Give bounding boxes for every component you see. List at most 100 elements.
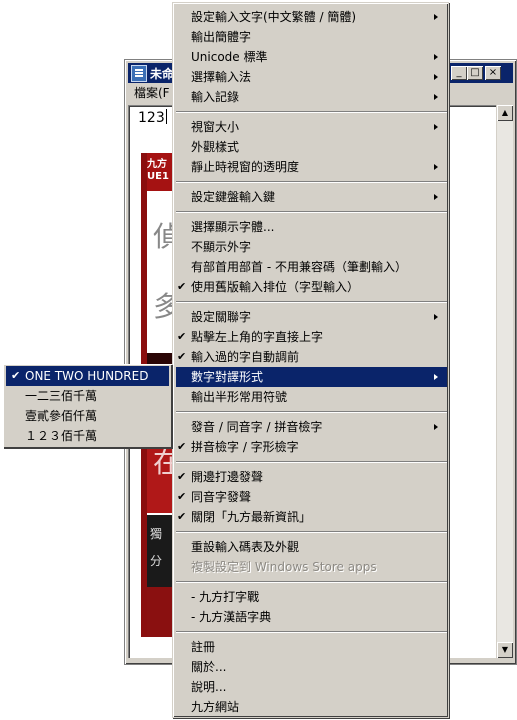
menu-item-hide-extra-chars[interactable]: 不顯示外字 <box>176 237 447 257</box>
context-menu: 設定輸入文字(中文繁體 / 簡體) 輸出簡體字 Unicode 標準 選擇輸入法… <box>172 2 449 718</box>
menu-item-legacy-layout[interactable]: ✔ 使用舊版輸入排位（字型輸入） <box>176 277 447 297</box>
menu-item-label: - 九方打字戰 <box>191 590 260 604</box>
menu-item-label: 點擊左上角的字直接上字 <box>191 330 324 344</box>
menu-item-copy-to-store-apps: 複製設定到 Windows Store apps <box>176 557 447 577</box>
submenu-item-chinese-upper[interactable]: 壹貳參佰仟萬 <box>6 406 169 426</box>
input-text: 123 <box>138 109 167 126</box>
menu-item-speak-while-typing[interactable]: ✔ 開邊打邊發聲 <box>176 467 447 487</box>
scroll-down-button[interactable]: ▼ <box>497 642 513 658</box>
submenu-item-chinese-lower[interactable]: 一二三佰千萬 <box>6 386 169 406</box>
menu-separator <box>176 211 447 213</box>
menu-item-about[interactable]: 關於... <box>176 657 447 677</box>
minimize-button[interactable]: _ <box>451 66 467 80</box>
menu-item-label: 靜止時視窗的透明度 <box>191 160 300 174</box>
submenu-arrow-icon <box>434 74 438 80</box>
vertical-scrollbar[interactable]: ▲ ▼ <box>497 105 513 658</box>
menu-item-click-corner-char[interactable]: ✔ 點擊左上角的字直接上字 <box>176 327 447 347</box>
check-icon: ✔ <box>177 510 187 523</box>
menu-item-register[interactable]: 註冊 <box>176 637 447 657</box>
menu-item-label: 同音字發聲 <box>191 490 252 504</box>
menu-item-website[interactable]: 九方網站 <box>176 697 447 717</box>
menu-item-help[interactable]: 說明... <box>176 677 447 697</box>
menu-item-label: 複製設定到 Windows Store apps <box>191 560 377 574</box>
menu-item-label: 選擇輸入法 <box>191 70 252 84</box>
menu-item-label: 輸入記錄 <box>191 90 240 104</box>
menu-item-label: 拼音檢字 / 字形檢字 <box>191 440 299 454</box>
menu-item-radical-mode[interactable]: 有部首用部首 - 不用兼容碼（筆劃輸入） <box>176 257 447 277</box>
menu-item-label: 關於... <box>191 660 227 674</box>
menu-item-associated-words[interactable]: 設定關聯字 <box>176 307 447 327</box>
menu-item-label: 設定關聯字 <box>191 310 252 324</box>
number-format-submenu: ✔ ONE TWO HUNDRED 一二三佰千萬 壹貳參佰仟萬 １２３佰千萬 <box>3 364 172 448</box>
menu-item-reset[interactable]: 重設輸入碼表及外觀 <box>176 537 447 557</box>
menu-item-pinyin-lookup[interactable]: ✔ 拼音檢字 / 字形檢字 <box>176 437 447 457</box>
menu-item-keyboard-keys[interactable]: 設定鍵盤輸入鍵 <box>176 187 447 207</box>
submenu-arrow-icon <box>434 314 438 320</box>
menu-item-select-font[interactable]: 選擇顯示字體... <box>176 217 447 237</box>
submenu-arrow-icon <box>434 124 438 130</box>
menu-separator <box>176 461 447 463</box>
menu-separator <box>176 581 447 583</box>
menu-item-label: - 九方漢語字典 <box>191 610 272 624</box>
menu-item-label: 說明... <box>191 680 227 694</box>
menu-item-label: 選擇顯示字體... <box>191 220 275 234</box>
menu-separator <box>176 531 447 533</box>
check-icon: ✔ <box>177 470 187 483</box>
maximize-button[interactable]: □ <box>467 66 483 80</box>
submenu-arrow-icon <box>434 164 438 170</box>
menu-item-unicode[interactable]: Unicode 標準 <box>176 47 447 67</box>
menu-item-label: 設定輸入文字(中文繁體 / 簡體) <box>191 10 357 24</box>
menu-item-label: 註冊 <box>191 640 216 654</box>
menu-item-window-size[interactable]: 視窗大小 <box>176 117 447 137</box>
menu-item-close-news[interactable]: ✔ 關閉「九方最新資訊」 <box>176 507 447 527</box>
menu-item-label: 開邊打邊發聲 <box>191 470 264 484</box>
menu-item-label: 有部首用部首 - 不用兼容碼（筆劃輸入） <box>191 260 407 274</box>
menu-item-label: 使用舊版輸入排位（字型輸入） <box>191 280 360 294</box>
menu-item-halfwidth-symbols[interactable]: 輸出半形常用符號 <box>176 387 447 407</box>
menu-item-label: 九方網站 <box>191 700 240 714</box>
menu-item-label: Unicode 標準 <box>191 50 268 64</box>
menu-file[interactable]: 檔案(F <box>134 86 170 100</box>
menu-item-label: 關閉「九方最新資訊」 <box>191 510 312 524</box>
window-title: 未命 <box>150 67 175 81</box>
menu-item-label: 發音 / 同音字 / 拼音檢字 <box>191 420 323 434</box>
menu-item-auto-reorder[interactable]: ✔ 輸入過的字自動調前 <box>176 347 447 367</box>
menu-item-input-history[interactable]: 輸入記錄 <box>176 87 447 107</box>
menu-item-select-ime[interactable]: 選擇輸入法 <box>176 67 447 87</box>
menu-item-label: 不顯示外字 <box>191 240 252 254</box>
scroll-up-button[interactable]: ▲ <box>497 105 513 121</box>
submenu-arrow-icon <box>434 424 438 430</box>
check-icon: ✔ <box>11 369 21 382</box>
submenu-item-label: ONE TWO HUNDRED <box>25 369 149 383</box>
menu-separator <box>176 181 447 183</box>
menu-item-pronunciation[interactable]: 發音 / 同音字 / 拼音檢字 <box>176 417 447 437</box>
menu-item-label: 設定鍵盤輸入鍵 <box>191 190 276 204</box>
menu-item-input-text[interactable]: 設定輸入文字(中文繁體 / 簡體) <box>176 7 447 27</box>
menu-separator <box>176 411 447 413</box>
menu-separator <box>176 301 447 303</box>
submenu-item-label: 壹貳參佰仟萬 <box>25 409 98 423</box>
menu-item-dictionary[interactable]: - 九方漢語字典 <box>176 607 447 627</box>
close-button[interactable]: × <box>485 66 501 80</box>
menu-item-number-format[interactable]: 數字對譯形式 <box>176 367 447 387</box>
check-icon: ✔ <box>177 490 187 503</box>
menu-item-label: 外觀樣式 <box>191 140 240 154</box>
app-icon[interactable] <box>131 65 147 82</box>
check-icon: ✔ <box>177 440 187 453</box>
submenu-item-english[interactable]: ✔ ONE TWO HUNDRED <box>6 366 169 386</box>
input-value: 123 <box>138 110 165 126</box>
menu-item-typing-game[interactable]: - 九方打字戰 <box>176 587 447 607</box>
submenu-item-fullwidth-digits[interactable]: １２３佰千萬 <box>6 426 169 446</box>
menu-item-label: 視窗大小 <box>191 120 240 134</box>
submenu-arrow-icon <box>434 54 438 60</box>
submenu-arrow-icon <box>434 14 438 20</box>
menu-item-label: 數字對譯形式 <box>191 370 264 384</box>
menu-item-homophone-speech[interactable]: ✔ 同音字發聲 <box>176 487 447 507</box>
menu-separator <box>176 111 447 113</box>
check-icon: ✔ <box>177 280 187 293</box>
menu-item-idle-transparency[interactable]: 靜止時視窗的透明度 <box>176 157 447 177</box>
submenu-arrow-icon <box>434 94 438 100</box>
menu-separator <box>176 631 447 633</box>
menu-item-appearance[interactable]: 外觀樣式 <box>176 137 447 157</box>
menu-item-output-simplified[interactable]: 輸出簡體字 <box>176 27 447 47</box>
